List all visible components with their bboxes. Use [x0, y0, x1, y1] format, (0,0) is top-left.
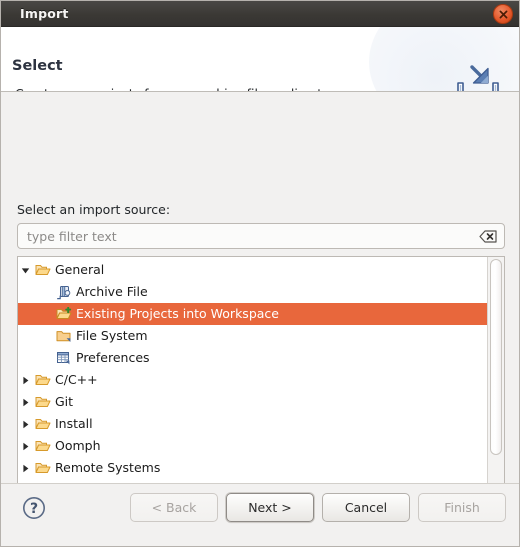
import-wizard-icon — [457, 65, 499, 91]
finish-button: Finish — [418, 493, 506, 522]
scrollbar-thumb[interactable] — [490, 259, 502, 455]
tree-item[interactable]: General — [18, 259, 487, 281]
open-folder-icon — [33, 461, 53, 475]
open-folder-icon — [33, 263, 53, 277]
tree-item[interactable]: C/C++ — [18, 369, 487, 391]
chevron-right-icon[interactable] — [18, 376, 33, 385]
window-title: Import — [20, 6, 69, 21]
tree-item-label: Archive File — [76, 284, 148, 299]
dialog-footer: ? < Back Next > Cancel Finish — [1, 483, 519, 546]
tree-vertical-scrollbar[interactable] — [487, 257, 504, 509]
tree-rows: General Archive File Existing Projects int… — [18, 257, 487, 509]
tree-item-label: Preferences — [76, 350, 150, 365]
import-dialog: Import Select Create new projects from a… — [0, 0, 520, 547]
archive-file-icon — [54, 285, 74, 300]
tree-item[interactable]: Existing Projects into Workspace — [18, 303, 487, 325]
chevron-right-icon[interactable] — [18, 420, 33, 429]
import-project-icon — [54, 307, 74, 321]
tree-item[interactable]: Git — [18, 391, 487, 413]
import-source-tree[interactable]: General Archive File Existing Projects int… — [17, 256, 505, 510]
tree-item-label: Install — [55, 416, 93, 431]
next-button[interactable]: Next > — [226, 493, 314, 522]
tree-item-label: General — [55, 262, 105, 277]
preferences-icon — [54, 351, 74, 366]
svg-text:?: ? — [30, 501, 38, 517]
dialog-buttons: < Back Next > Cancel Finish — [130, 493, 506, 522]
open-folder-icon — [33, 373, 53, 387]
tree-item-label: Oomph — [55, 438, 101, 453]
tree-item-label: C/C++ — [55, 372, 98, 387]
filter-field[interactable] — [17, 223, 505, 249]
title-bar: Import — [1, 1, 519, 27]
tree-item-label: Existing Projects into Workspace — [76, 306, 279, 321]
tree-item[interactable]: Oomph — [18, 435, 487, 457]
wizard-header: Select Create new projects from an archi… — [1, 27, 519, 92]
dialog-body: Select an import source: General Archive … — [1, 92, 519, 510]
chevron-right-icon[interactable] — [18, 398, 33, 407]
tree-item-label: Git — [55, 394, 74, 409]
tree-item[interactable]: Preferences — [18, 347, 487, 369]
tree-item-label: File System — [76, 328, 148, 343]
cancel-button[interactable]: Cancel — [322, 493, 410, 522]
folder-icon — [54, 329, 74, 343]
tree-item[interactable]: Archive File — [18, 281, 487, 303]
tree-item[interactable]: Remote Systems — [18, 457, 487, 479]
chevron-right-icon[interactable] — [18, 442, 33, 451]
close-button[interactable] — [493, 4, 513, 24]
tree-item[interactable]: Install — [18, 413, 487, 435]
clear-icon[interactable] — [476, 226, 500, 246]
open-folder-icon — [33, 395, 53, 409]
open-folder-icon — [33, 439, 53, 453]
clear-glyph — [479, 229, 497, 243]
chevron-right-icon[interactable] — [18, 464, 33, 473]
page-title: Select — [12, 58, 63, 74]
tree-item[interactable]: File System — [18, 325, 487, 347]
search-input[interactable] — [18, 225, 476, 247]
back-button: < Back — [130, 493, 218, 522]
chevron-down-icon[interactable] — [18, 266, 33, 275]
import-source-label: Select an import source: — [17, 202, 171, 217]
tree-item-label: Remote Systems — [55, 460, 161, 475]
open-folder-icon — [33, 417, 53, 431]
close-icon — [499, 10, 507, 18]
help-icon[interactable]: ? — [21, 495, 47, 521]
